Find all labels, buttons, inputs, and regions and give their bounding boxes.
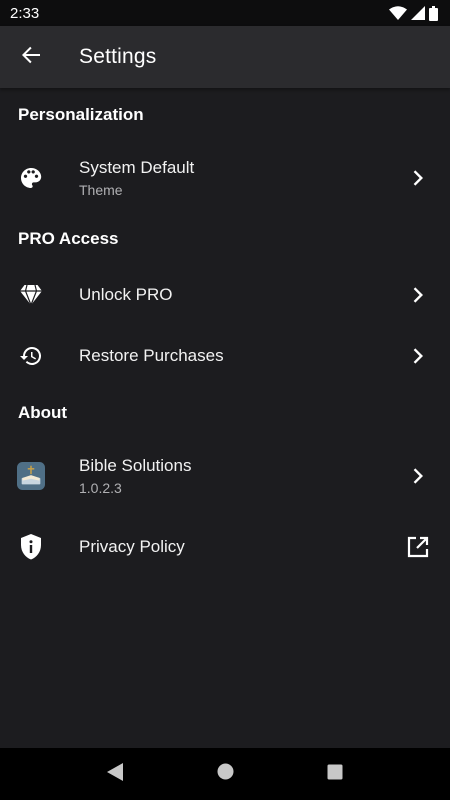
app-info-row[interactable]: Bible Solutions 1.0.2.3	[0, 440, 450, 512]
theme-setting-label: Theme	[79, 182, 123, 198]
section-header-about: About	[18, 403, 68, 422]
app-info-text: Bible Solutions 1.0.2.3	[79, 456, 191, 496]
nav-back-icon	[107, 762, 123, 786]
nav-back-button[interactable]	[95, 754, 135, 794]
status-icons	[389, 5, 438, 21]
nav-home-icon	[217, 763, 234, 785]
theme-setting-row[interactable]: System Default Theme	[0, 142, 450, 214]
chevron-right-icon	[406, 283, 430, 307]
cellular-signal-icon	[411, 6, 425, 20]
settings-list: Personalization System Default Theme PRO…	[0, 88, 450, 582]
shield-info-icon	[17, 533, 45, 561]
app-bar: Settings	[0, 26, 450, 88]
theme-setting-text: System Default Theme	[79, 158, 194, 198]
restore-purchases-text: Restore Purchases	[79, 346, 224, 366]
nav-home-button[interactable]	[205, 754, 245, 794]
back-button[interactable]	[0, 26, 62, 88]
status-bar: 2:33	[0, 0, 450, 26]
chevron-right-icon	[406, 464, 430, 488]
arrow-back-icon	[21, 45, 41, 70]
section-header-pro-access: PRO Access	[18, 229, 119, 248]
page-title: Settings	[79, 45, 157, 68]
nav-recents-button[interactable]	[315, 754, 355, 794]
restore-purchases-label: Restore Purchases	[79, 345, 224, 365]
privacy-policy-text: Privacy Policy	[79, 537, 185, 557]
app-version: 1.0.2.3	[79, 480, 122, 496]
unlock-pro-row[interactable]: Unlock PRO	[0, 264, 450, 325]
diamond-icon	[17, 281, 45, 309]
history-icon	[17, 342, 45, 370]
system-nav-bar	[0, 748, 450, 800]
section-header-personalization: Personalization	[18, 105, 144, 124]
restore-purchases-row[interactable]: Restore Purchases	[0, 325, 450, 386]
nav-recents-icon	[327, 764, 343, 785]
battery-icon	[429, 5, 438, 21]
status-time: 2:33	[10, 4, 40, 22]
privacy-policy-label: Privacy Policy	[79, 537, 185, 556]
theme-setting-value: System Default	[79, 158, 195, 177]
unlock-pro-label: Unlock PRO	[79, 284, 173, 304]
app-name: Bible Solutions	[79, 456, 192, 475]
chevron-right-icon	[406, 344, 430, 368]
palette-icon	[17, 164, 45, 192]
wifi-icon	[389, 6, 407, 20]
unlock-pro-text: Unlock PRO	[79, 285, 173, 305]
app-logo-icon	[17, 462, 45, 490]
privacy-policy-row[interactable]: Privacy Policy	[0, 512, 450, 582]
chevron-right-icon	[406, 166, 430, 190]
open-external-icon	[406, 535, 430, 559]
